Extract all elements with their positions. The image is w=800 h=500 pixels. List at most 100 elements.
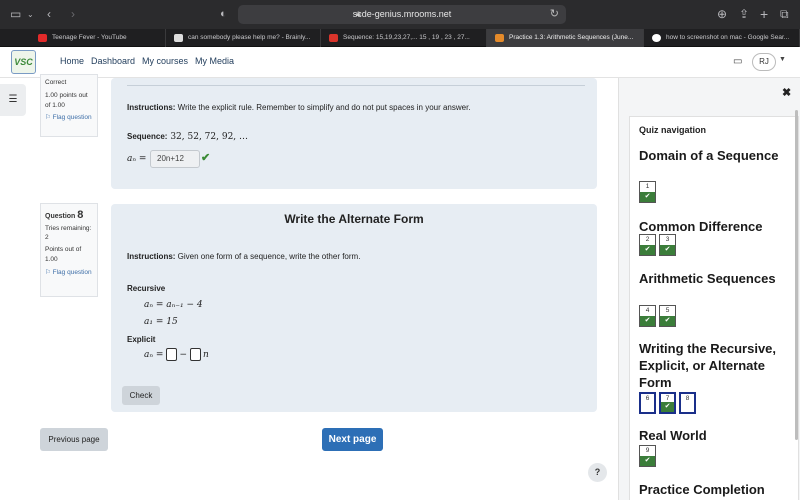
course-index-toggle[interactable]: ☰ bbox=[0, 84, 26, 116]
download-icon[interactable]: ⊕ bbox=[717, 0, 727, 29]
section-title: Practice Completion bbox=[639, 482, 765, 497]
close-icon[interactable]: ✖ bbox=[782, 86, 791, 99]
share-icon[interactable]: ⇪ bbox=[739, 0, 749, 29]
question-7-info: Correct 1.00 points out of 1.00 ⚐ Flag q… bbox=[40, 74, 98, 137]
close-x-icon bbox=[329, 34, 338, 42]
check-icon: ✔ bbox=[640, 192, 655, 202]
question-number: 1 bbox=[645, 183, 650, 190]
check-icon: ✔ bbox=[661, 402, 674, 412]
question-number: 6 bbox=[645, 395, 650, 402]
quiz-navigation-panel: Quiz navigation Domain of a Sequence 1 ✔ … bbox=[629, 116, 799, 500]
check-icon: ✔ bbox=[640, 245, 655, 255]
answer-blank-2[interactable] bbox=[189, 348, 201, 361]
question-8-info: Question 8 Tries remaining: 2 Points out… bbox=[40, 203, 98, 297]
divider bbox=[127, 85, 585, 86]
question-number: 3 bbox=[665, 236, 670, 243]
recursive-equation: aₙ = aₙ₋₁ − 4 bbox=[144, 300, 203, 310]
address-bar[interactable]: 🔒︎ scde-genius.mrooms.net ↻ bbox=[238, 5, 566, 24]
quiz-nav-question-8[interactable]: 8 bbox=[679, 392, 696, 414]
section-title: Arithmetic Sequences bbox=[639, 271, 776, 286]
answer-blank-1[interactable] bbox=[165, 348, 177, 361]
privacy-shield-icon[interactable]: ◐ bbox=[220, 0, 227, 29]
reload-icon[interactable]: ↻ bbox=[550, 7, 559, 20]
answer-lhs: aₙ = bbox=[127, 154, 147, 164]
tab-sequence[interactable]: Sequence: 15,19,23,27,... 15 , 19 , 23 ,… bbox=[321, 29, 487, 47]
quiz-nav-question-3[interactable]: 3 ✔ bbox=[659, 234, 676, 256]
question-status: Correct bbox=[45, 79, 67, 86]
tab-brainly[interactable]: can somebody please help me? - Brainly..… bbox=[166, 29, 321, 47]
flag-question-link[interactable]: ⚐ Flag question bbox=[45, 113, 93, 123]
tab-label: how to screenshot on mac - Google Sear..… bbox=[666, 34, 790, 41]
section-question-buttons: 4 ✔ 5 ✔ bbox=[639, 305, 679, 327]
question-instructions: Instructions: Write the explicit rule. R… bbox=[127, 103, 471, 112]
chevron-down-icon[interactable]: ⌄ bbox=[27, 0, 34, 29]
nav-dashboard[interactable]: Dashboard bbox=[91, 56, 135, 66]
tab-google[interactable]: how to screenshot on mac - Google Sear..… bbox=[644, 29, 800, 47]
list-icon: ☰ bbox=[8, 94, 18, 105]
question-number: 9 bbox=[645, 447, 650, 454]
quiz-nav-question-4[interactable]: 4 ✔ bbox=[639, 305, 656, 327]
quiz-navigation-drawer: ✖ Quiz navigation Domain of a Sequence 1… bbox=[618, 78, 800, 500]
nav-my-media[interactable]: My Media bbox=[195, 56, 234, 66]
forward-icon[interactable]: › bbox=[71, 0, 75, 29]
question-number: 2 bbox=[645, 236, 650, 243]
back-icon[interactable]: ‹ bbox=[47, 0, 51, 29]
section-title: Writing the Recursive, Explicit, or Alte… bbox=[639, 341, 777, 390]
minus-sign: − bbox=[179, 349, 187, 360]
initial-term-equation: a₁ = 15 bbox=[144, 317, 178, 327]
answer-input[interactable]: 20n+12 bbox=[150, 150, 200, 168]
correct-check-icon: ✔ bbox=[201, 152, 211, 164]
question-number-value: 8 bbox=[77, 209, 84, 221]
drawer-scrollbar[interactable] bbox=[795, 110, 798, 440]
user-menu-avatar[interactable]: RJ bbox=[752, 53, 776, 71]
tab-label: can somebody please help me? - Brainly..… bbox=[188, 34, 311, 41]
previous-page-button[interactable]: Previous page bbox=[40, 428, 108, 451]
sidebar-toggle-icon[interactable]: ▭ bbox=[10, 0, 21, 29]
question-number: 5 bbox=[665, 307, 670, 314]
section-title: Real World bbox=[639, 428, 707, 443]
quiz-nav-question-6[interactable]: 6 bbox=[639, 392, 656, 414]
nav-home[interactable]: Home bbox=[60, 56, 84, 66]
sequence-label: Sequence: bbox=[127, 132, 168, 141]
new-tab-icon[interactable]: + bbox=[760, 0, 768, 29]
next-page-button[interactable]: Next page bbox=[322, 428, 383, 451]
site-logo[interactable]: VSC bbox=[11, 50, 36, 74]
check-icon: ✔ bbox=[660, 316, 675, 326]
recursive-label: Recursive bbox=[127, 284, 166, 293]
tab-practice[interactable]: Practice 1.3: Arithmetic Sequences (June… bbox=[487, 29, 644, 47]
question-8-card: Write the Alternate Form Instructions: G… bbox=[111, 204, 597, 412]
sequence-values: 32, 52, 72, 92, … bbox=[167, 132, 249, 142]
tab-overview-icon[interactable]: ⧉ bbox=[780, 0, 789, 29]
question-number: Question 8 bbox=[45, 207, 93, 224]
tab-bar: Teenage Fever - YouTube can somebody ple… bbox=[0, 29, 800, 47]
section-question-buttons: 9 ✔ bbox=[639, 445, 659, 467]
message-icon[interactable]: ▭ bbox=[733, 56, 742, 67]
tab-youtube[interactable]: Teenage Fever - YouTube bbox=[30, 29, 166, 47]
sequence-line: Sequence: 32, 52, 72, 92, … bbox=[127, 132, 248, 142]
chevron-down-icon[interactable]: ▼ bbox=[779, 56, 786, 63]
explicit-lhs: aₙ = bbox=[144, 349, 164, 360]
quiz-nav-question-9[interactable]: 9 ✔ bbox=[639, 445, 656, 467]
nav-my-courses[interactable]: My courses bbox=[142, 56, 188, 66]
quiz-navigation-title: Quiz navigation bbox=[639, 125, 707, 135]
question-label: Question bbox=[45, 213, 76, 220]
section-question-buttons: 2 ✔ 3 ✔ bbox=[639, 234, 679, 256]
quiz-nav-question-5[interactable]: 5 ✔ bbox=[659, 305, 676, 327]
quiz-nav-question-7[interactable]: 7 ✔ bbox=[659, 392, 676, 414]
youtube-icon bbox=[38, 34, 47, 42]
explicit-label: Explicit bbox=[127, 335, 156, 344]
flag-question-link[interactable]: ⚐ Flag question bbox=[45, 268, 93, 278]
check-button[interactable]: Check bbox=[122, 386, 160, 405]
flag-icon: ⚐ bbox=[45, 268, 53, 276]
section-title: Domain of a Sequence bbox=[639, 148, 779, 163]
url-text: scde-genius.mrooms.net bbox=[352, 9, 452, 19]
instructions-text: Given one form of a sequence, write the … bbox=[175, 252, 361, 261]
question-instructions: Instructions: Given one form of a sequen… bbox=[127, 252, 360, 261]
quiz-nav-question-1[interactable]: 1 ✔ bbox=[639, 181, 656, 203]
question-points: 1.00 points out of 1.00 bbox=[45, 91, 88, 109]
question-number: 8 bbox=[685, 395, 690, 402]
help-button[interactable]: ? bbox=[588, 463, 607, 482]
section-question-buttons: 6 7 ✔ 8 bbox=[639, 392, 699, 414]
quiz-nav-question-2[interactable]: 2 ✔ bbox=[639, 234, 656, 256]
flag-label: Flag question bbox=[52, 268, 92, 276]
